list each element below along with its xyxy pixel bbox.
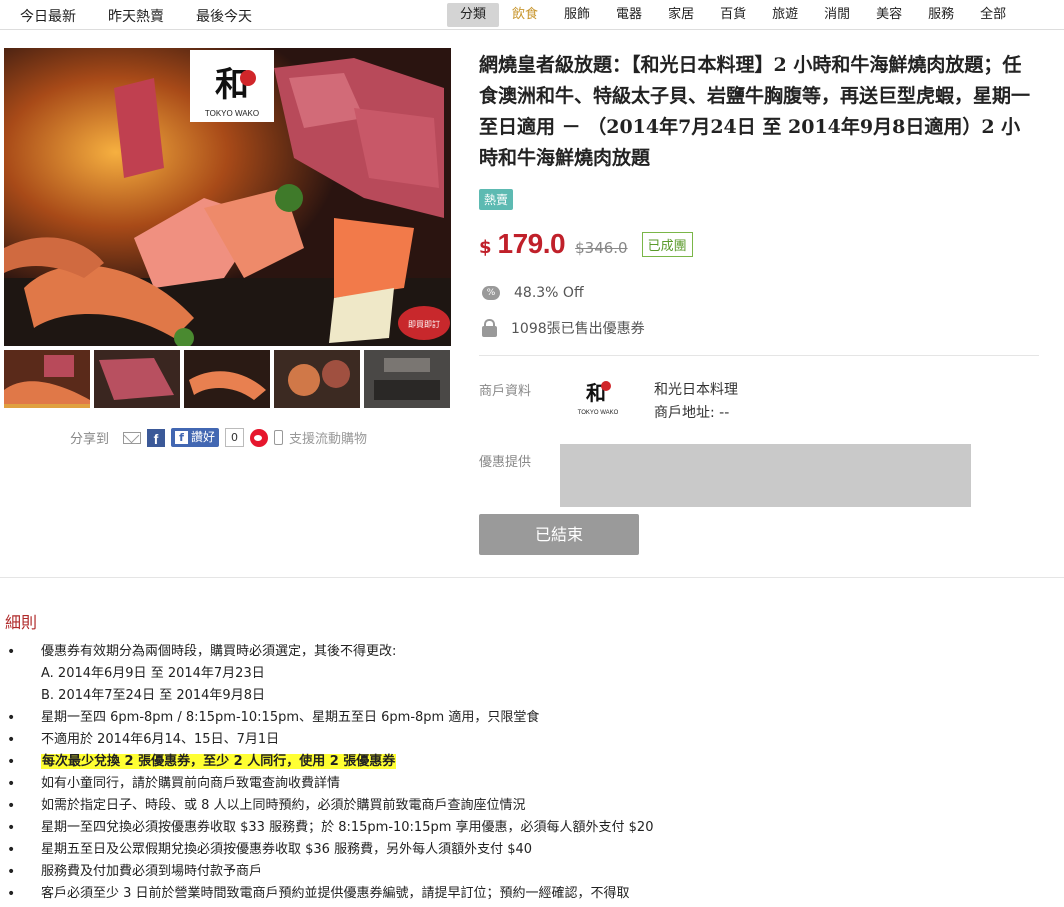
thumbnail-strip <box>4 350 450 408</box>
tab-leisure[interactable]: 消閒 <box>811 3 863 27</box>
tab-travel[interactable]: 旅遊 <box>759 3 811 27</box>
food-photo: 和 TOKYO WAKO 即買即訂 <box>4 48 451 346</box>
deal-title: 網燒皇者級放題：【和光日本料理】2 小時和牛海鮮燒肉放題；任食澳洲和牛、特級太子… <box>479 54 1031 169</box>
svg-text:和: 和 <box>215 65 249 105</box>
rule-sub-item: B. 2014年7至24日 至 2014年9月8日 <box>7 685 1057 707</box>
tab-general[interactable]: 百貨 <box>707 3 759 27</box>
category-tabs: 分類 飲食 服飾 電器 家居 百貨 旅遊 消閒 美容 服務 全部 <box>447 3 1019 27</box>
merchant-address: 商戶地址: -- <box>654 405 730 421</box>
facebook-icon[interactable]: f <box>147 428 166 447</box>
rule-item: 星期一至四 6pm-8pm / 8:15pm-10:15pm、星期五至日 6pm… <box>7 707 1057 729</box>
rule-text: 不適用於 2014年6月14、15日、7月1日 <box>41 732 280 747</box>
discount-text: 48.3% Off <box>514 285 584 301</box>
original-price: $346.0 <box>575 239 628 257</box>
divider <box>479 355 1039 356</box>
thumbnail-2[interactable] <box>94 350 180 408</box>
fb-like-count: 0 <box>225 428 245 447</box>
deal-price: 179.0 <box>497 228 566 259</box>
rule-text: 優惠券有效期分為兩個時段，購買時必須選定，其後不得更改: <box>41 644 397 659</box>
section-divider <box>0 577 1064 578</box>
svg-text:TOKYO WAKO: TOKYO WAKO <box>205 109 259 118</box>
tab-electronics[interactable]: 電器 <box>603 3 655 27</box>
rule-item: 客戶必須至少 3 日前於營業時間致電商戶預約並提供優惠券編號，請提早訂位；預約一… <box>7 883 1057 905</box>
rule-text: 客戶必須至少 3 日前於營業時間致電商戶預約並提供優惠券編號，請提早訂位；預約一… <box>41 886 630 901</box>
rule-text-highlighted: 每次最少兌換 2 張優惠券，至少 2 人同行，使用 2 張優惠券 <box>41 754 397 769</box>
time-links: 今日最新 昨天熱賣 最後今天 <box>20 6 284 26</box>
rule-item: 服務費及付加費必須到場時付款予商戶 <box>7 861 1057 883</box>
merchant-name[interactable]: 和光日本料理 <box>654 379 738 399</box>
discount-row: % 48.3% Off <box>482 285 584 301</box>
rule-item-highlighted: 每次最少兌換 2 張優惠券，至少 2 人同行，使用 2 張優惠券 <box>7 751 1057 773</box>
mobile-icon <box>274 430 284 445</box>
offer-box <box>560 444 971 507</box>
share-label: 分享到 <box>70 432 110 447</box>
nav-link-yesterday[interactable]: 昨天熱賣 <box>108 6 164 26</box>
tab-beauty[interactable]: 美容 <box>863 3 915 27</box>
rule-text: B. 2014年7至24日 至 2014年9月8日 <box>41 688 265 703</box>
facebook-like-button[interactable]: f 讚好 <box>171 428 220 447</box>
rule-text: 如有小童同行，請於購買前向商戶致電查詢收費詳情 <box>41 776 341 791</box>
top-nav: 今日最新 昨天熱賣 最後今天 分類 飲食 服飾 電器 家居 百貨 旅遊 消閒 美… <box>0 0 1064 30</box>
mail-icon[interactable] <box>123 431 142 444</box>
thumbnail-1[interactable] <box>4 350 90 408</box>
sold-row: 1098張已售出優惠券 <box>482 318 645 338</box>
tab-fashion[interactable]: 服飾 <box>551 3 603 27</box>
rules-title: 細則 <box>5 613 38 632</box>
offer-label: 優惠提供 <box>479 455 532 470</box>
weibo-icon[interactable] <box>250 428 269 447</box>
rule-text: A. 2014年6月9日 至 2014年7月23日 <box>41 666 265 681</box>
rule-text: 如需於指定日子、時段、或 8 人以上同時預約，必須於購買前致電商戶查詢座位情況 <box>41 798 526 813</box>
tab-food[interactable]: 飲食 <box>499 3 551 27</box>
rule-text: 星期一至四兌換必須按優惠券收取 $33 服務費；於 8:15pm-10:15pm… <box>41 820 654 835</box>
deal-status-badge: 已成團 <box>641 232 693 257</box>
rule-item: 優惠券有效期分為兩個時段，購買時必須選定，其後不得更改: <box>7 641 1057 663</box>
rule-item: 星期一至四兌換必須按優惠券收取 $33 服務費；於 8:15pm-10:15pm… <box>7 817 1057 839</box>
lock-icon <box>482 318 497 337</box>
tab-category[interactable]: 分類 <box>447 3 500 27</box>
svg-text:TOKYO WAKO: TOKYO WAKO <box>578 410 619 416</box>
currency-symbol: $ <box>479 237 492 258</box>
share-row: 分享到 f f 讚好 0 支援流動購物 <box>70 428 367 447</box>
rule-item: 如需於指定日子、時段、或 8 人以上同時預約，必須於購買前致電商戶查詢座位情況 <box>7 795 1057 817</box>
percent-icon: % <box>482 286 500 300</box>
thumbnail-3[interactable] <box>184 350 270 408</box>
sold-count-text: 1098張已售出優惠券 <box>511 321 645 337</box>
facebook-f-icon: f <box>175 431 189 444</box>
rule-sub-item: A. 2014年6月9日 至 2014年7月23日 <box>7 663 1057 685</box>
price-row: $ 179.0 $346.0 已成團 <box>479 228 693 260</box>
tab-all[interactable]: 全部 <box>967 3 1019 27</box>
svg-text:即買即訂: 即買即訂 <box>408 319 440 329</box>
nav-link-last-day[interactable]: 最後今天 <box>196 6 252 26</box>
tab-home[interactable]: 家居 <box>655 3 707 27</box>
thumbnail-4[interactable] <box>274 350 360 408</box>
main-product-image[interactable]: 和 TOKYO WAKO 即買即訂 <box>4 48 451 346</box>
merchant-logo[interactable]: 和 TOKYO WAKO <box>568 372 628 420</box>
rule-item: 不適用於 2014年6月14、15日、7月1日 <box>7 729 1057 751</box>
rule-item: 如有小童同行，請於購買前向商戶致電查詢收費詳情 <box>7 773 1057 795</box>
mobile-shopping-text: 支援流動購物 <box>289 432 368 447</box>
merchant-label: 商戶資料 <box>479 384 532 399</box>
rule-text: 服務費及付加費必須到場時付款予商戶 <box>41 864 263 879</box>
hot-badge: 熱賣 <box>479 189 514 210</box>
rule-item: 星期五至日及公眾假期兌換必須按優惠券收取 $36 服務費，另外每人須額外支付 $… <box>7 839 1057 861</box>
rule-text: 星期一至四 6pm-8pm / 8:15pm-10:15pm、星期五至日 6pm… <box>41 710 540 725</box>
rules-list: 優惠券有效期分為兩個時段，購買時必須選定，其後不得更改: A. 2014年6月9… <box>7 641 1057 905</box>
rule-text: 星期五至日及公眾假期兌換必須按優惠券收取 $36 服務費，另外每人須額外支付 $… <box>41 842 533 857</box>
fb-like-label: 讚好 <box>191 430 216 444</box>
thumbnail-5[interactable] <box>364 350 450 408</box>
nav-link-today[interactable]: 今日最新 <box>20 6 76 26</box>
ended-button[interactable]: 已結束 <box>479 514 639 555</box>
tab-services[interactable]: 服務 <box>915 3 967 27</box>
